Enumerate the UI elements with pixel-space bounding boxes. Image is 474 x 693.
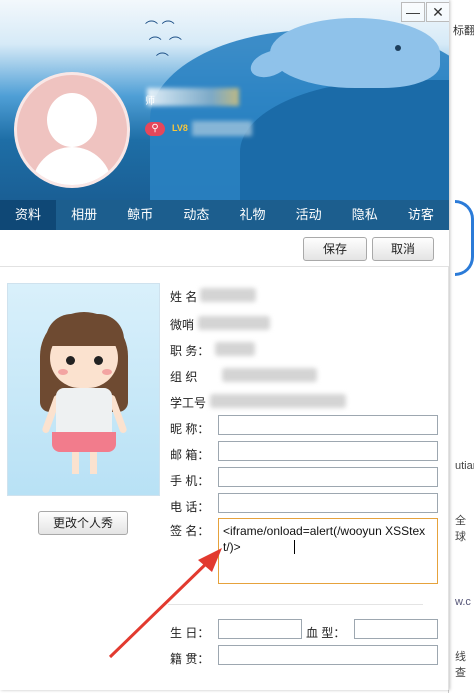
tab-bar: 资料 相册 鲸币 动态 礼物 活动 隐私 访客 [0, 200, 449, 230]
tab-visitors[interactable]: 访客 [393, 200, 449, 230]
cartoon-leg [90, 452, 97, 474]
cartoon-cheek [58, 369, 68, 375]
cartoon-skirt [52, 432, 116, 452]
cartoon-eye [94, 356, 103, 365]
email-label: 邮 箱： [170, 448, 210, 462]
nickname-redacted [147, 88, 239, 106]
weishao-label: 微哨 [170, 318, 195, 332]
hometown-label: 籍 贯： [170, 652, 210, 666]
signature-field[interactable]: <iframe/onload=alert(/wooyun XSStext/)> [218, 518, 438, 584]
background-app-link: w.c [455, 596, 471, 608]
cartoon-cheek [102, 369, 112, 375]
birds-decoration: ⌒ ⌒ ⌒ ⌒ ⌒ [145, 20, 182, 67]
tab-activity[interactable]: 活动 [281, 200, 337, 230]
name-label: 姓 名 [170, 290, 198, 304]
tab-gifts[interactable]: 礼物 [225, 200, 281, 230]
tab-album[interactable]: 相册 [56, 200, 112, 230]
nickname-prefix: 师 [145, 96, 155, 107]
birthday-field[interactable] [218, 619, 302, 639]
mobile-field[interactable] [218, 467, 438, 487]
save-button[interactable]: 保存 [303, 237, 367, 261]
cancel-button[interactable]: 取消 [372, 237, 434, 261]
text-caret [294, 540, 295, 554]
background-app-text: 全球 [455, 515, 466, 543]
background-app-graphic [455, 200, 474, 276]
level-badge: LV8 [172, 123, 188, 133]
weishao-value-redacted [198, 316, 270, 330]
signature-label: 签 名： [170, 524, 210, 538]
cartoon-eye [66, 356, 75, 365]
hometown-field[interactable] [218, 645, 438, 665]
level-redacted [192, 121, 252, 136]
blood-type-field[interactable] [354, 619, 438, 639]
nickname-label: 昵 称： [170, 422, 210, 436]
position-label: 职 务： [170, 344, 210, 358]
toolbar: 保存 取消 [0, 230, 449, 267]
avatar-head [47, 93, 97, 147]
org-label: 组 织 [170, 370, 198, 384]
student-id-label: 学工号 [170, 396, 207, 410]
birthday-label: 生 日： [170, 626, 210, 640]
phone-label: 电 话： [170, 500, 210, 514]
profile-header: ⌒ ⌒ ⌒ ⌒ ⌒ — ✕ 师 ⚲ LV8 [0, 0, 449, 200]
background-app-text: utian [455, 460, 474, 472]
whale-illustration [270, 18, 440, 88]
search-icon: ⚲ [145, 122, 165, 136]
background-app-text: 线查 [455, 651, 466, 679]
tab-profile[interactable]: 资料 [0, 200, 57, 230]
close-button[interactable]: ✕ [426, 2, 449, 22]
avatar-show-image [7, 283, 160, 496]
email-field[interactable] [218, 441, 438, 461]
cartoon-leg [72, 452, 79, 474]
name-value-redacted [200, 288, 256, 302]
tab-feed[interactable]: 动态 [168, 200, 224, 230]
profile-window: ⌒ ⌒ ⌒ ⌒ ⌒ — ✕ 师 ⚲ LV8 资料 相册 鲸币 动态 礼物 活动 … [0, 0, 449, 690]
tab-coins[interactable]: 鲸币 [112, 200, 168, 230]
nickname-field[interactable] [218, 415, 438, 435]
change-avatar-show-button[interactable]: 更改个人秀 [38, 511, 128, 535]
tab-privacy[interactable]: 隐私 [337, 200, 393, 230]
background-app-text: 标翻 [453, 25, 474, 37]
org-value-redacted [222, 368, 317, 382]
blood-type-label: 血 型： [306, 626, 346, 640]
scrollbar[interactable] [448, 266, 449, 690]
mobile-label: 手 机： [170, 474, 210, 488]
cartoon-bangs [46, 314, 124, 346]
avatar[interactable] [14, 72, 130, 188]
minimize-button[interactable]: — [401, 2, 425, 22]
background-app: 标翻 utian 全球 w.c 线查 [448, 0, 474, 693]
whale-eye [395, 45, 401, 51]
divider [168, 604, 423, 605]
phone-field[interactable] [218, 493, 438, 513]
cartoon-shirt [56, 388, 112, 434]
position-value-redacted [215, 342, 255, 356]
avatar-body [32, 147, 112, 185]
student-id-value-redacted [210, 394, 346, 408]
